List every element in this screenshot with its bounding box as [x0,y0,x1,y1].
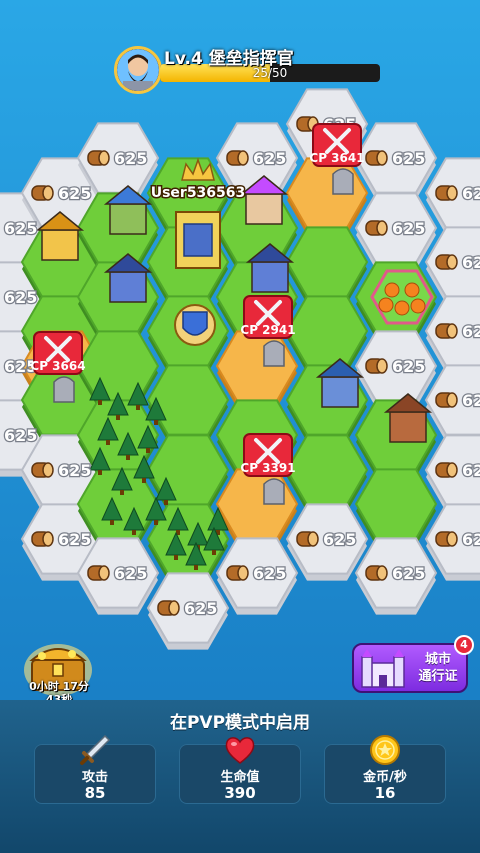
tile-cost-value: 625 [4,219,37,238]
tile-cost-label: 625 [226,563,288,584]
tile-cost-value: 625 [253,149,286,168]
tile-cost-label: 625 [87,563,149,584]
wood-log-icon [435,531,458,547]
wood-log-icon [157,600,180,616]
stat-card-gold-rate[interactable]: 金币/秒 16 [324,735,446,804]
stat-label: 金币/秒 [363,770,407,785]
wood-log-icon [296,531,319,547]
tombstone-icon [332,168,354,195]
stat-value: 85 [84,784,106,802]
tile-cost-label: 625 [157,598,219,619]
tile-cost-value: 625 [392,357,425,376]
tile-cost-value: 625 [4,288,37,307]
player-avatar[interactable] [114,46,162,94]
tile-cost-value: 625 [462,461,480,480]
tile-cost-value: 625 [114,564,147,583]
tile-cost-label: 625 [3,425,39,447]
wood-log-icon [435,185,458,201]
tile-cost-value: 625 [462,184,480,203]
tile-cost-value: 625 [114,149,147,168]
tile-cost-value: 625 [462,391,480,410]
tile-cost-value: 625 [253,564,286,583]
tile-cost-label: 625 [31,529,93,550]
enemy-cp-label: CP 2941 [240,323,295,337]
castle-icon [361,649,405,688]
pvp-note: 在PVP模式中启用 [169,713,311,733]
tile-cost-value: 625 [4,426,37,445]
wood-log-icon [365,358,388,374]
tile-cost-label: 625 [365,563,427,584]
enemy-cp-label: CP 3641 [309,151,364,165]
player-castle[interactable] [175,211,221,269]
tile-cost-value: 625 [323,530,356,549]
wood-log-icon [31,531,54,547]
chest-timer-line1: 0小时 17分 [29,680,89,693]
tile-cost-label: 625 [296,529,358,550]
tombstone-icon [263,478,285,505]
city-pass-label-line1: 城市 [424,652,451,667]
tombstone-icon [263,340,285,367]
tombstone-icon [53,376,75,403]
wood-log-icon [365,220,388,236]
tile-cost-label: 625 [365,356,427,377]
wood-log-icon [31,185,54,201]
stat-value: 390 [224,784,256,802]
tile-cost-label: 625 [226,148,288,169]
wood-log-icon [435,254,458,270]
sword-icon [80,734,111,765]
stat-label: 生命值 [220,770,260,785]
stat-value: 16 [374,784,396,802]
stat-card-attack[interactable]: 攻击 85 [34,734,156,804]
wood-log-icon [435,323,458,339]
shield-emblem[interactable] [174,304,216,346]
wood-log-icon [87,565,110,581]
tile-cost-label: 625 [365,218,427,239]
wood-log-icon [435,462,458,478]
tile-cost-value: 625 [58,530,91,549]
wood-log-icon [435,392,458,408]
wood-log-icon [226,150,249,166]
tile-cost-label: 625 [87,148,149,169]
enemy-cp-label: CP 3664 [30,359,85,373]
tile-cost-value: 625 [58,184,91,203]
player-level-title: Lv.4 堡垒指挥官 [164,49,294,69]
stat-label: 攻击 [81,770,108,785]
tile-cost-label: 625 [31,183,93,204]
stat-card-health[interactable]: 生命值 390 [179,737,301,804]
heart-icon [225,737,255,764]
player-name-label: User536563 [151,185,246,201]
wood-log-icon [365,150,388,166]
enemy-cp-label: CP 3391 [240,461,295,475]
city-pass-label-line2: 通行证 [418,669,458,684]
notification-badge: 4 [454,635,474,655]
tile-cost-value: 625 [392,149,425,168]
coin-icon [370,735,400,765]
tile-cost-value: 625 [392,219,425,238]
tile-cost-value: 625 [462,322,480,341]
tile-cost-label: 625 [3,218,39,240]
tile-cost-value: 625 [392,564,425,583]
tile-cost-label: 625 [31,460,93,481]
tile-cost-label: 625 [365,148,427,169]
tile-cost-value: 625 [462,530,480,549]
wood-log-icon [87,150,110,166]
tile-cost-value: 625 [184,599,217,618]
tile-cost-label: 625 [3,287,39,309]
pumpkin-farm[interactable] [370,269,434,325]
wood-log-icon [226,565,249,581]
tile-cost-value: 625 [462,253,480,272]
wood-log-icon [365,565,388,581]
tile-cost-value: 625 [58,461,91,480]
city-pass-label: 城市 通行证 [412,651,464,685]
wood-log-icon [31,462,54,478]
city-pass-button[interactable]: 城市 通行证 4 [352,635,474,693]
